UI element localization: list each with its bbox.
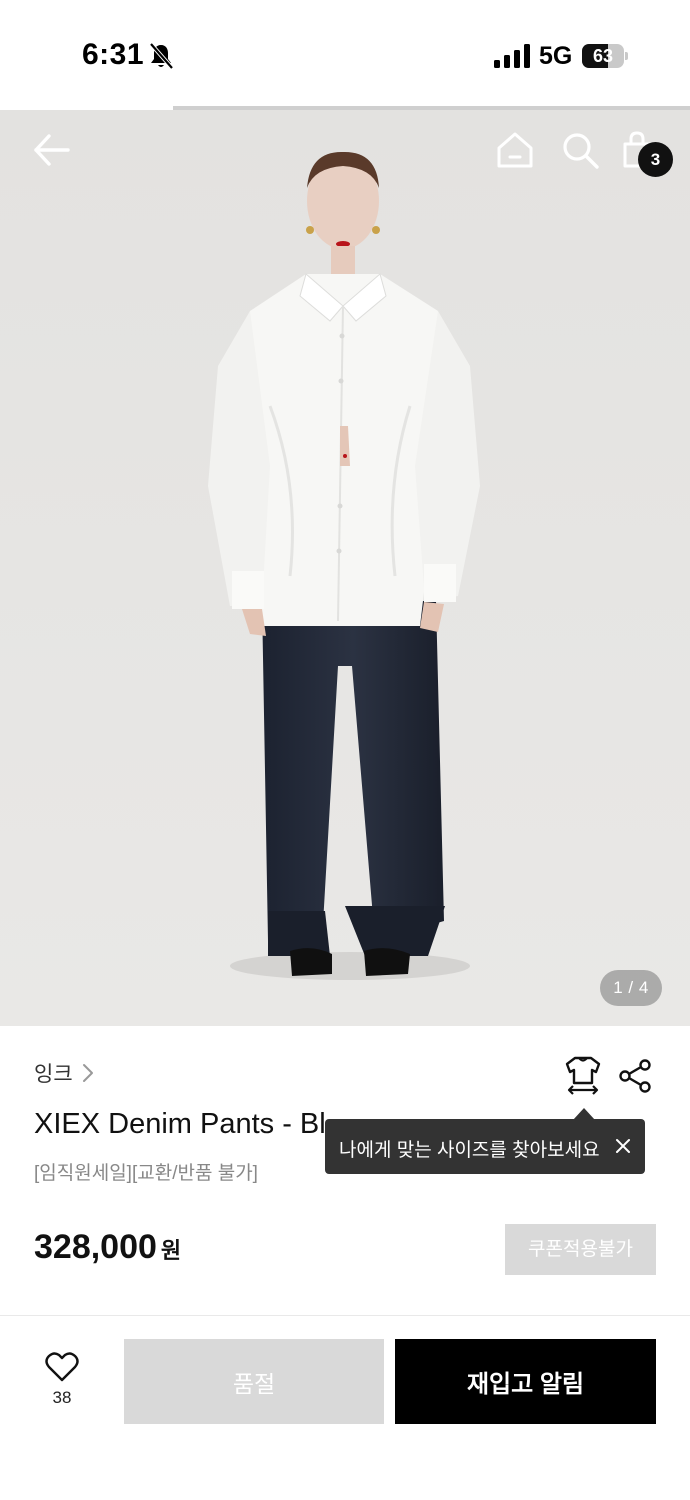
product-image[interactable] [0,106,690,1026]
back-arrow-icon[interactable] [30,130,72,170]
brand-name: 잉크 [34,1063,73,1086]
size-tooltip: 나에게 맞는 사이즈를 찾아보세요 [325,1119,645,1174]
size-guide-icon[interactable] [564,1055,602,1095]
restock-alert-button[interactable]: 재입고 알림 [395,1339,656,1424]
status-time: 6:31 [82,38,145,71]
product-subtitle: [임직원세일][교환/반품 불가] [34,1163,258,1184]
network-label: 5G [539,42,573,70]
tooltip-text: 나에게 맞는 사이즈를 찾아보세요 [339,1140,600,1161]
bell-slash-icon [149,42,174,70]
home-icon[interactable] [495,130,535,170]
price-currency: 원 [160,1238,182,1263]
divider [0,1315,690,1316]
battery-icon: 63 [582,44,628,68]
status-bar: 6:31 5G 63 [0,0,690,106]
image-counter: 1 / 4 [600,970,662,1006]
price: 328,000 원 [34,1228,181,1267]
battery-level: 63 [592,46,614,66]
brand-link[interactable]: 잉크 [34,1058,95,1088]
product-photo [0,106,690,1026]
wishlist-count: 38 [52,1388,72,1407]
soldout-button[interactable]: 품절 [124,1339,384,1424]
chevron-right-icon [82,1064,93,1082]
close-icon[interactable] [614,1137,632,1155]
wishlist-button[interactable]: 38 [32,1352,92,1412]
signal-icon [494,44,530,68]
price-value: 328,000 [34,1228,157,1266]
cart-count-badge[interactable]: 3 [638,142,673,177]
gallery-progress-fill [0,106,173,110]
search-icon[interactable] [560,130,600,170]
share-icon[interactable] [618,1059,652,1093]
heart-icon [45,1352,79,1382]
coupon-button[interactable]: 쿠폰적용불가 [505,1224,656,1275]
product-title: XIEX Denim Pants - Bl [34,1108,326,1140]
